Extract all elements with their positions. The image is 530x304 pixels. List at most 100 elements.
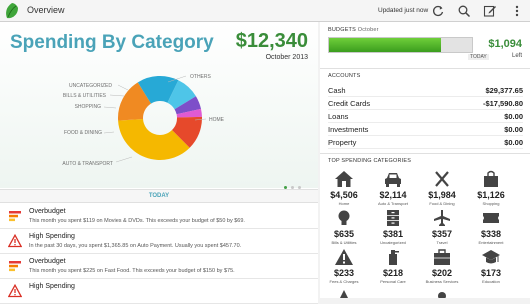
budgets-heading[interactable]: BUDGETS October [328,27,379,33]
ticket-icon [483,213,499,223]
shopping-bag-icon [484,170,498,187]
category-amount: $1,126 [477,190,505,200]
category-label: Shopping [482,201,500,206]
budget-progress-bar[interactable] [328,37,473,53]
pie-label-home: HOME [209,117,225,123]
app-title: Overview [27,5,65,15]
alert-title: Overbudget [29,258,66,265]
account-name: Cash [328,86,346,95]
alert-item[interactable]: Overbudget This month you spent $225 on … [0,254,318,279]
pie-label-bills-utilities: BILLS & UTILITIES [63,93,107,99]
edit-icon[interactable] [483,4,497,18]
alert-title: Overbudget [29,208,66,215]
category-shopping[interactable]: $1,126 Shopping [467,170,515,208]
category-partial-icon [340,290,348,298]
home-icon [335,171,353,187]
budgets-heading-label: BUDGETS [328,27,356,33]
airplane-icon [434,210,450,226]
category-label: Travel [436,240,448,245]
category-amount: $1,984 [428,190,456,200]
overbudget-icon [9,261,21,272]
car-icon [385,173,401,187]
account-balance: $29,377.65 [485,86,523,95]
category-home[interactable]: $4,506 Home [320,170,368,208]
refresh-icon[interactable] [431,4,445,18]
category-entertainment[interactable]: $338 Entertainment [467,209,515,247]
category-amount: $381 [382,229,404,239]
warning-icon [8,234,22,248]
budget-left-label: Left [511,53,522,59]
category-uncategorized[interactable]: $381 Uncategorized [369,209,417,247]
category-personal-care[interactable]: $218 Personal Care [369,248,417,286]
category-label: Food & Dining [429,201,455,206]
spending-chart-card[interactable]: OTHERS UNCATEGORIZED BILLS & UTILITIES S… [0,22,318,189]
category-education[interactable]: $173 Education [467,248,515,286]
accounts-heading: ACCOUNTS [328,73,361,79]
category-travel[interactable]: $357 Travel [418,209,466,247]
today-section-header: TODAY [0,189,318,203]
lightbulb-icon [338,210,350,225]
category-label: Uncategorized [380,240,406,245]
category-amount: $173 [480,268,502,278]
category-amount: $2,114 [379,190,407,200]
file-cabinet-icon [387,210,399,226]
account-name: Investments [328,125,369,134]
search-icon[interactable] [457,4,471,18]
category-auto-transport[interactable]: $2,114 Auto & Transport [369,170,417,208]
account-row-investments[interactable]: Investments $0.00 [328,123,523,136]
mint-leaf-logo-icon[interactable] [4,2,20,20]
total-spending-amount: $12,340 [235,30,308,52]
account-name: Loans [328,112,349,121]
chart-title: Spending By Category [10,32,214,53]
personal-care-icon [389,250,399,265]
page-indicator[interactable] [284,176,314,189]
category-amount: $635 [333,229,355,239]
alert-description: This month you spent $225 on Fast Food. … [29,268,235,274]
category-label: Fees & Charges [329,279,359,284]
alert-item[interactable]: Overbudget This month you spent $119 on … [0,204,318,229]
account-name: Property [328,138,357,147]
account-balance: $0.00 [504,125,523,134]
alert-item[interactable]: High Spending In the past 30 days, you s… [0,229,318,254]
account-row-cash[interactable]: Cash $29,377.65 [328,84,523,97]
account-row-property[interactable]: Property $0.00 [328,136,523,149]
budgets-period: October [357,27,379,33]
category-fees-charges[interactable]: $233 Fees & Charges [320,248,368,286]
action-bar: Overview Updated just now [0,0,530,22]
category-amount: $4,506 [330,190,358,200]
account-balance: $0.00 [504,138,523,147]
overbudget-icon [9,211,21,222]
alert-title: High Spending [29,233,75,240]
alert-title: High Spending [29,283,75,290]
account-row-credit-cards[interactable]: Credit Cards -$17,590.80 [328,97,523,110]
pie-label-others: OTHERS [190,74,212,80]
pie-label-shopping: SHOPPING [75,104,102,110]
category-partial-icon [438,292,446,298]
category-label: Education [482,279,500,284]
account-row-loans[interactable]: Loans $0.00 [328,110,523,123]
update-status: Updated just now [378,7,429,14]
budget-progress-fill [329,38,441,52]
divider [320,68,530,69]
alerts-list: Overbudget This month you spent $119 on … [0,204,318,304]
category-business-services[interactable]: $202 Business Services [418,248,466,286]
category-label: Entertainment [478,240,504,245]
overflow-menu-icon[interactable] [510,4,524,18]
today-label: TODAY [148,193,170,199]
alert-description: In the past 30 days, you spent $1,365.85… [29,243,242,249]
divider [320,153,530,154]
category-label: Auto & Transport [377,201,408,206]
alert-item[interactable]: High Spending [0,279,318,304]
category-food-dining[interactable]: $1,984 Food & Dining [418,170,466,208]
category-bills-utilities[interactable]: $635 Bills & Utilities [320,209,368,247]
briefcase-icon [434,249,450,265]
summary-pane: BUDGETS October TODAY $1,094 Left ACCOUN… [320,22,530,298]
alert-description: This month you spent $119 on Movies & DV… [29,218,245,224]
spending-period: October 2013 [265,54,308,61]
warning-icon [8,284,22,298]
category-amount: $233 [333,268,355,278]
fork-knife-icon [435,171,449,187]
account-balance: -$17,590.80 [482,99,523,108]
category-label: Personal Care [380,279,406,284]
budget-today-marker: TODAY [468,54,489,60]
